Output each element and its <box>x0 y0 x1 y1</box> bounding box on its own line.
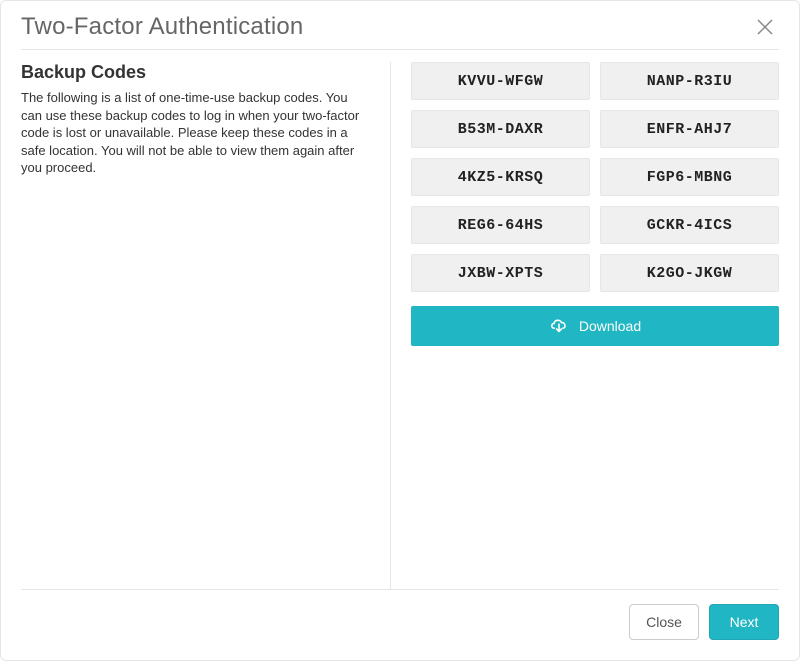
backup-code: JXBW-XPTS <box>411 254 590 292</box>
info-panel: Backup Codes The following is a list of … <box>21 62 391 589</box>
next-button[interactable]: Next <box>709 604 779 640</box>
modal-footer: Close Next <box>21 590 779 640</box>
modal-header: Two-Factor Authentication <box>21 13 779 50</box>
backup-code: ENFR-AHJ7 <box>600 110 779 148</box>
backup-codes-grid: KVVU-WFGW NANP-R3IU B53M-DAXR ENFR-AHJ7 … <box>411 62 779 292</box>
download-button-label: Download <box>579 318 641 334</box>
backup-code: FGP6-MBNG <box>600 158 779 196</box>
backup-code: GCKR-4ICS <box>600 206 779 244</box>
backup-codes-heading: Backup Codes <box>21 62 370 83</box>
download-button[interactable]: Download <box>411 306 779 346</box>
codes-panel: KVVU-WFGW NANP-R3IU B53M-DAXR ENFR-AHJ7 … <box>391 62 779 589</box>
backup-code: NANP-R3IU <box>600 62 779 100</box>
cloud-download-icon <box>549 317 569 336</box>
modal-title: Two-Factor Authentication <box>21 13 303 41</box>
two-factor-auth-modal: Two-Factor Authentication Backup Codes T… <box>0 0 800 661</box>
close-button[interactable]: Close <box>629 604 699 640</box>
backup-code: 4KZ5-KRSQ <box>411 158 590 196</box>
backup-code: REG6-64HS <box>411 206 590 244</box>
modal-body: Backup Codes The following is a list of … <box>21 50 779 590</box>
close-icon[interactable] <box>751 13 779 41</box>
backup-code: KVVU-WFGW <box>411 62 590 100</box>
backup-codes-description: The following is a list of one-time-use … <box>21 89 370 177</box>
backup-code: K2GO-JKGW <box>600 254 779 292</box>
backup-code: B53M-DAXR <box>411 110 590 148</box>
